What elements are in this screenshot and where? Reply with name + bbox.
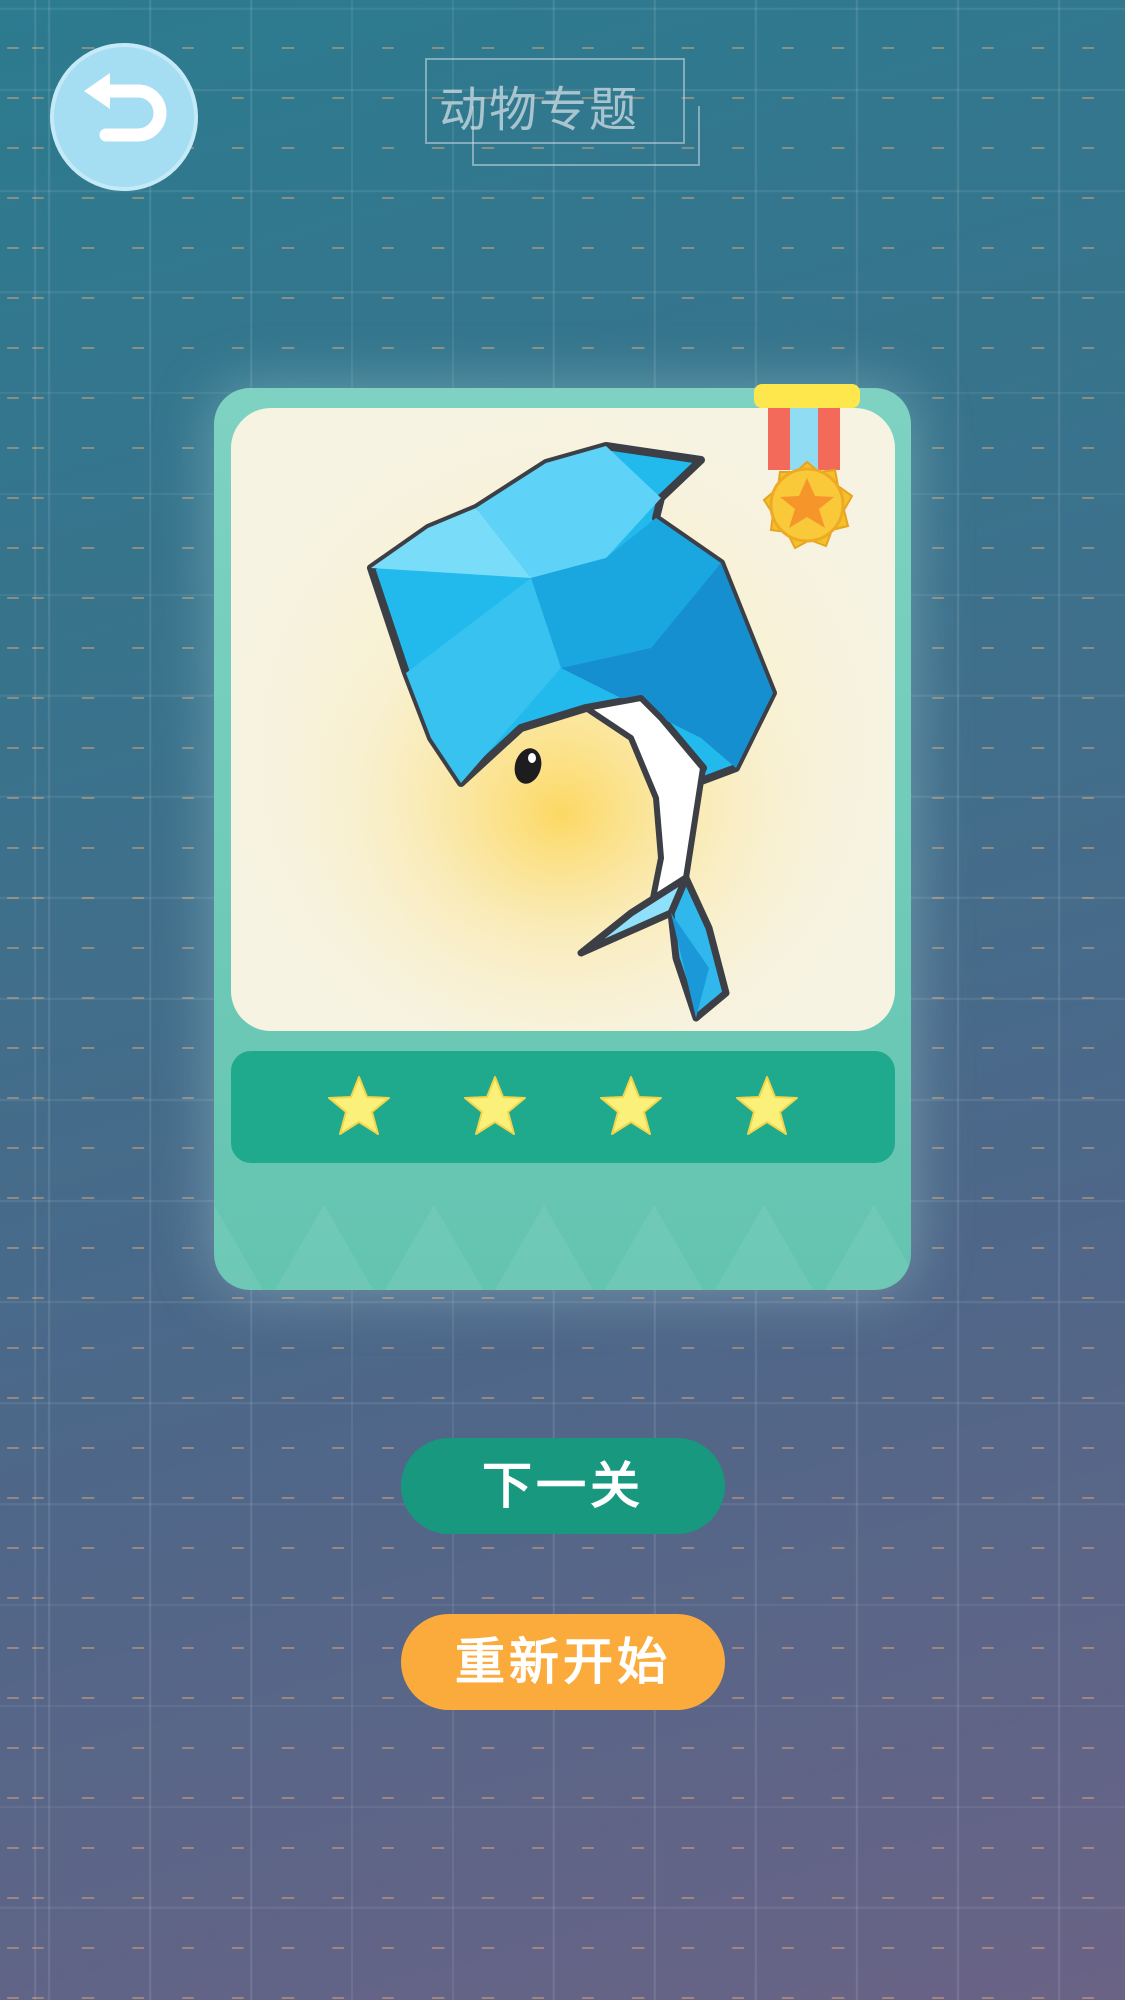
star-icon — [736, 1076, 798, 1135]
level-result-card — [214, 384, 911, 1290]
star-icon — [328, 1076, 390, 1135]
page-title: 动物专题 — [439, 82, 640, 138]
return-arrow-icon — [84, 73, 167, 142]
topic-title: 动物专题 — [425, 58, 700, 168]
gold-medal-icon — [754, 384, 860, 550]
star-rating — [231, 1051, 895, 1163]
star-icon — [464, 1076, 526, 1135]
next-level-button[interactable]: 下一关 — [401, 1438, 725, 1534]
back-button[interactable] — [50, 43, 198, 191]
star-icon — [600, 1076, 662, 1135]
restart-button[interactable]: 重新开始 — [401, 1614, 725, 1710]
